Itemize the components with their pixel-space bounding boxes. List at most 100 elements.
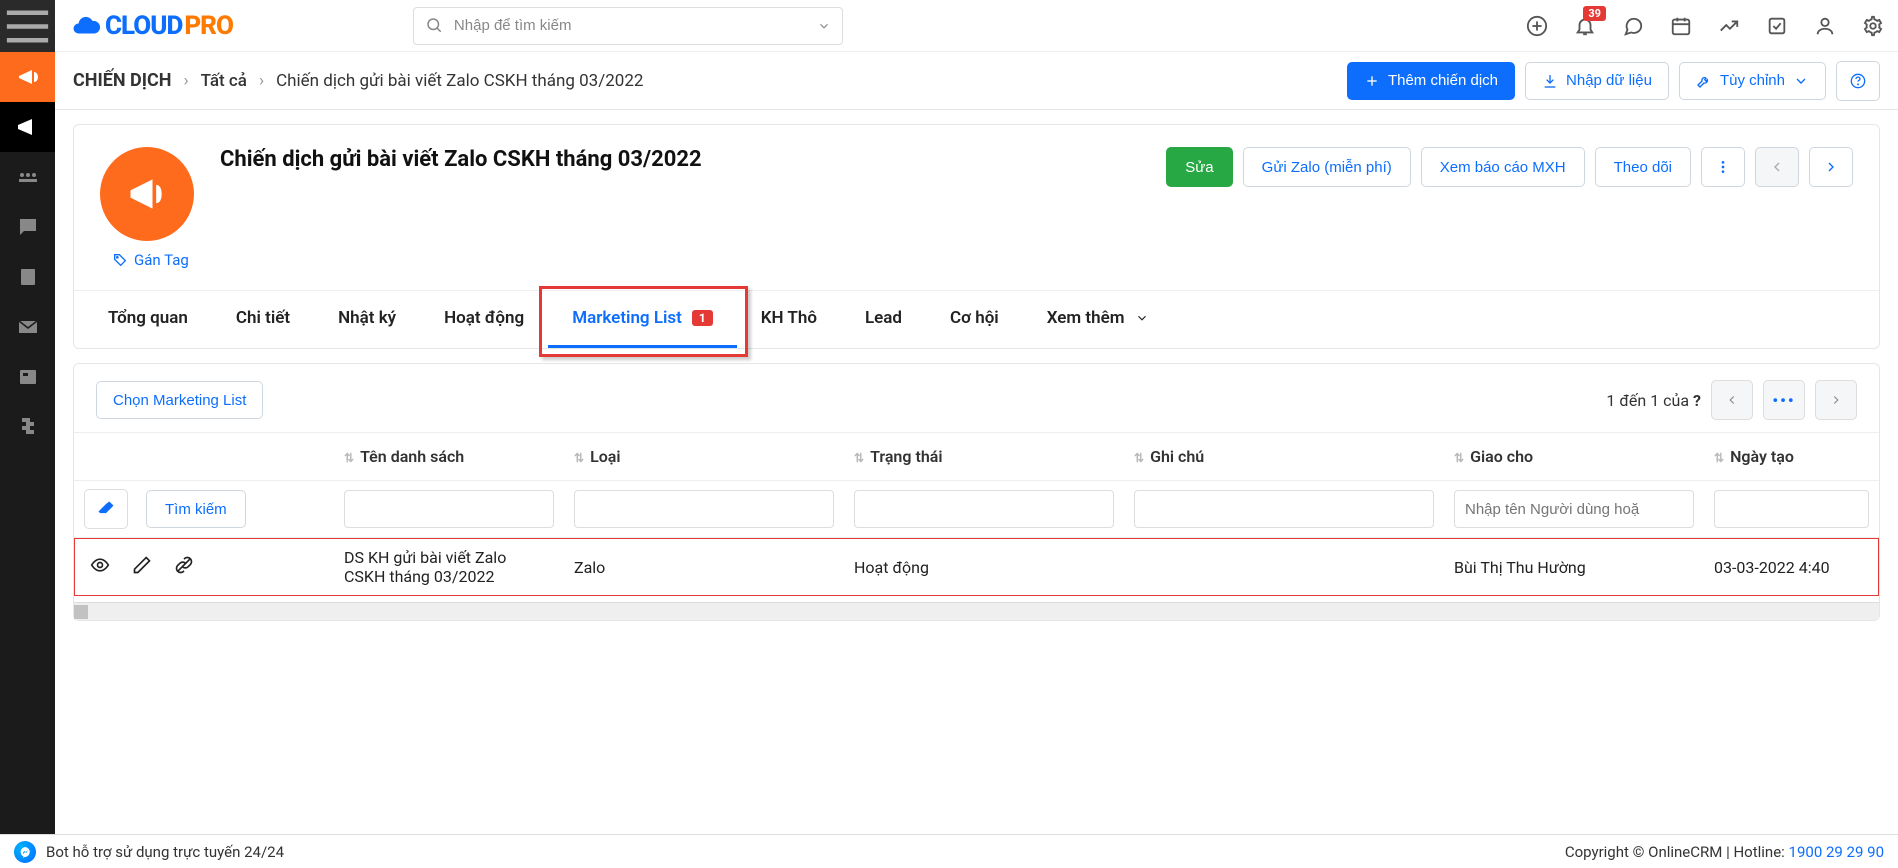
sidebar-item-team[interactable] xyxy=(0,152,55,202)
col-status[interactable]: ⇅Trạng thái xyxy=(844,433,1124,481)
calendar-icon[interactable] xyxy=(1670,15,1692,37)
cell-note xyxy=(1124,538,1444,597)
hotline-link[interactable]: 1900 29 29 90 xyxy=(1789,843,1884,861)
eraser-icon xyxy=(96,499,116,519)
cell-assignee: Bùi Thị Thu Hường xyxy=(1444,538,1704,597)
next-record-button[interactable] xyxy=(1809,147,1853,187)
tab-raw[interactable]: KH Thô xyxy=(737,291,841,348)
cell-status: Hoạt động xyxy=(844,538,1124,597)
import-button[interactable]: Nhập dữ liệu xyxy=(1525,62,1669,100)
page-options-button[interactable]: ••• xyxy=(1763,380,1805,420)
edit-row-icon[interactable] xyxy=(132,555,152,579)
follow-button[interactable]: Theo dõi xyxy=(1595,147,1691,187)
more-actions-button[interactable] xyxy=(1701,147,1745,187)
filter-assignee-input[interactable] xyxy=(1454,490,1694,528)
filter-note-input[interactable] xyxy=(1134,490,1434,528)
send-zalo-button[interactable]: Gửi Zalo (miễn phí) xyxy=(1243,147,1411,187)
wrench-icon xyxy=(1696,73,1712,89)
module-title[interactable]: CHIẾN DỊCH xyxy=(73,70,172,91)
help-button[interactable] xyxy=(1836,61,1880,101)
chevron-down-icon xyxy=(1793,73,1809,89)
comment-icon[interactable] xyxy=(1622,15,1644,37)
filter-row: Tìm kiếm xyxy=(74,481,1879,538)
sidebar-item-book[interactable] xyxy=(0,252,55,302)
menu-toggle[interactable] xyxy=(0,0,55,52)
download-icon xyxy=(1542,73,1558,89)
chevron-down-icon[interactable] xyxy=(817,19,831,37)
horizontal-scrollbar[interactable] xyxy=(74,602,1879,620)
tab-opportunity[interactable]: Cơ hội xyxy=(926,291,1023,348)
left-sidebar xyxy=(0,0,55,868)
notification-badge: 39 xyxy=(1583,6,1606,21)
messenger-icon[interactable] xyxy=(14,841,36,863)
dots-vertical-icon xyxy=(1715,159,1731,175)
breadcrumb-record: Chiến dịch gửi bài viết Zalo CSKH tháng … xyxy=(276,71,643,91)
marketing-list-table: ⇅Tên danh sách ⇅Loại ⇅Trạng thái ⇅Ghi ch… xyxy=(74,432,1879,596)
tab-detail[interactable]: Chi tiết xyxy=(212,291,314,348)
search-input[interactable] xyxy=(413,7,843,45)
global-search xyxy=(413,7,843,45)
record-card: Chiến dịch gửi bài viết Zalo CSKH tháng … xyxy=(73,124,1880,349)
plus-icon xyxy=(1364,73,1380,89)
customize-button[interactable]: Tùy chỉnh xyxy=(1679,62,1826,100)
megaphone-icon xyxy=(100,147,194,241)
choose-marketing-list-button[interactable]: Chọn Marketing List xyxy=(96,381,263,419)
filter-status-input[interactable] xyxy=(854,490,1114,528)
tab-activity[interactable]: Hoạt động xyxy=(420,291,548,348)
tab-more[interactable]: Xem thêm xyxy=(1023,291,1173,348)
topbar-icons: 39 xyxy=(1526,15,1884,37)
page-next-button[interactable] xyxy=(1815,380,1857,420)
breadcrumb: CHIẾN DỊCH › Tất cả › Chiến dịch gửi bài… xyxy=(73,70,643,91)
help-icon xyxy=(1850,73,1866,89)
prev-record-button[interactable] xyxy=(1755,147,1799,187)
sidebar-item-campaign[interactable] xyxy=(0,52,55,102)
col-assignee[interactable]: ⇅Giao cho xyxy=(1444,433,1704,481)
filter-name-input[interactable] xyxy=(344,490,554,528)
edit-button[interactable]: Sửa xyxy=(1166,147,1232,187)
col-created[interactable]: ⇅Ngày tạo xyxy=(1704,433,1879,481)
record-title: Chiến dịch gửi bài viết Zalo CSKH tháng … xyxy=(220,147,702,172)
sidebar-item-chat[interactable] xyxy=(0,202,55,252)
search-button[interactable]: Tìm kiếm xyxy=(146,490,246,528)
sidebar-item-news[interactable] xyxy=(0,352,55,402)
tag-icon xyxy=(112,252,128,268)
sidebar-item-mail[interactable] xyxy=(0,302,55,352)
cell-name: DS KH gửi bài viết Zalo CSKH tháng 03/20… xyxy=(344,548,544,586)
analytics-icon[interactable] xyxy=(1718,15,1740,37)
related-list: Chọn Marketing List 1 đến 1 của ? ••• ⇅T… xyxy=(73,363,1880,621)
filter-type-input[interactable] xyxy=(574,490,834,528)
page-prev-button[interactable] xyxy=(1711,380,1753,420)
preview-icon[interactable] xyxy=(90,555,110,579)
unlink-icon[interactable] xyxy=(174,555,194,579)
logo[interactable]: CLOUDPRO xyxy=(69,11,233,41)
user-icon[interactable] xyxy=(1814,15,1836,37)
cell-created: 03-03-2022 4:40 xyxy=(1704,538,1879,597)
tag-button[interactable]: Gán Tag xyxy=(112,251,189,269)
sidebar-item-plugin[interactable] xyxy=(0,402,55,452)
create-icon[interactable] xyxy=(1526,15,1548,37)
breadcrumb-filter[interactable]: Tất cả xyxy=(201,71,247,91)
sidebar-item-announce[interactable] xyxy=(0,102,55,152)
tab-overview[interactable]: Tổng quan xyxy=(84,291,212,348)
col-note[interactable]: ⇅Ghi chú xyxy=(1124,433,1444,481)
task-icon[interactable] xyxy=(1766,15,1788,37)
chevron-right-icon xyxy=(1823,159,1839,175)
table-row[interactable]: DS KH gửi bài viết Zalo CSKH tháng 03/20… xyxy=(74,538,1879,597)
footer: Bot hỗ trợ sử dụng trực tuyến 24/24 Copy… xyxy=(0,834,1898,868)
search-icon xyxy=(425,16,443,38)
add-campaign-button[interactable]: Thêm chiến dịch xyxy=(1347,62,1515,100)
cell-type: Zalo xyxy=(564,538,844,597)
bell-icon[interactable]: 39 xyxy=(1574,15,1596,37)
tabs: Tổng quan Chi tiết Nhật ký Hoạt động Mar… xyxy=(74,290,1879,348)
tab-marketing-list[interactable]: Marketing List 1 xyxy=(548,291,737,348)
pagination-info: 1 đến 1 của ? xyxy=(1606,391,1701,410)
clear-filters-button[interactable] xyxy=(84,489,128,529)
view-report-button[interactable]: Xem báo cáo MXH xyxy=(1421,147,1585,187)
tab-lead[interactable]: Lead xyxy=(841,291,926,348)
gear-icon[interactable] xyxy=(1862,15,1884,37)
col-type[interactable]: ⇅Loại xyxy=(564,433,844,481)
col-name[interactable]: ⇅Tên danh sách xyxy=(334,433,564,481)
tab-log[interactable]: Nhật ký xyxy=(314,291,420,348)
filter-created-input[interactable] xyxy=(1714,490,1869,528)
tab-count-badge: 1 xyxy=(692,310,713,326)
